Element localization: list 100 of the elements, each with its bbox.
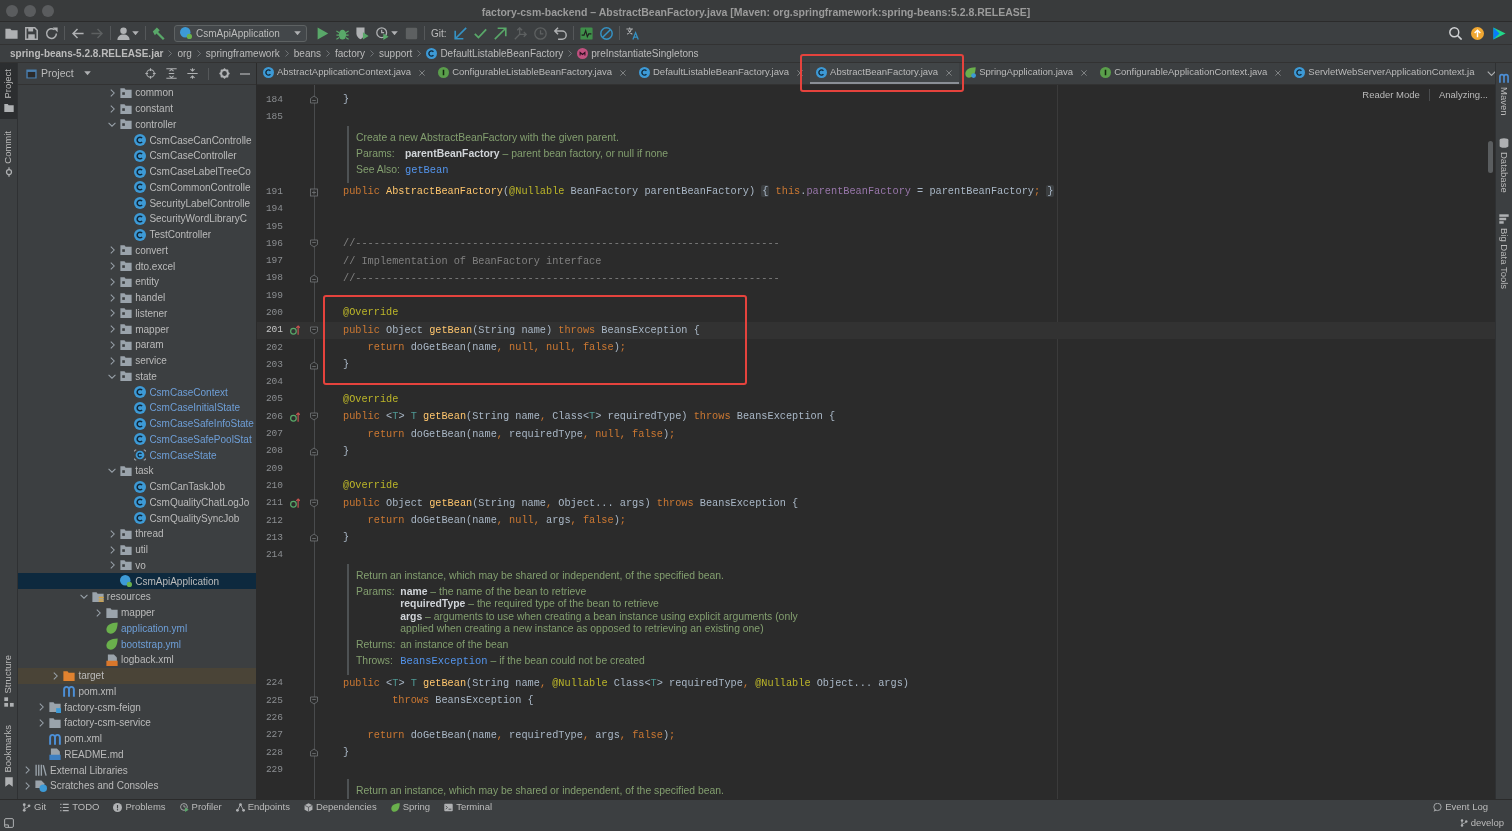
tree-item[interactable]: task: [120, 463, 154, 479]
caret-down-icon[interactable]: [390, 30, 398, 36]
tree-item[interactable]: CsmApiApplication: [120, 573, 220, 589]
fold-end-icon[interactable]: [310, 748, 318, 758]
chevron-right-icon[interactable]: [109, 262, 115, 271]
doc-link[interactable]: BeansException: [400, 655, 488, 668]
tree-item[interactable]: CsmCanTaskJob: [134, 478, 225, 495]
crosshair-icon[interactable]: [145, 68, 156, 79]
chevron-down-icon[interactable]: [108, 373, 117, 379]
chevron-right-icon[interactable]: [95, 608, 101, 617]
tree-item[interactable]: state: [120, 368, 157, 385]
folder-icon[interactable]: [5, 26, 18, 40]
person-icon[interactable]: [117, 26, 130, 40]
chevron-right-icon[interactable]: [109, 88, 115, 97]
fold-end-icon[interactable]: [310, 447, 318, 456]
search-icon[interactable]: [1449, 26, 1462, 40]
tool-window-button[interactable]: Dependencies: [303, 800, 377, 815]
tree-item[interactable]: External Libraries: [35, 762, 128, 778]
close-icon[interactable]: [620, 69, 626, 76]
checkmark-icon[interactable]: [473, 26, 487, 40]
expand-all-icon[interactable]: [166, 68, 177, 79]
editor-tab[interactable]: ConfigurableApplicationContext.java: [1094, 63, 1289, 84]
pulse-chart-icon[interactable]: [579, 26, 593, 40]
tree-item[interactable]: common: [120, 85, 174, 101]
tree-item[interactable]: target: [63, 667, 104, 684]
tree-item[interactable]: CsmQualityChatLogJo: [134, 494, 250, 511]
chevron-right-icon[interactable]: [24, 781, 30, 790]
breadcrumb-item[interactable]: factory: [335, 46, 366, 61]
tool-window-button[interactable]: Terminal: [444, 800, 493, 815]
tree-item[interactable]: CsmCaseSafeInfoState: [134, 415, 254, 432]
arrow-left-icon[interactable]: [71, 26, 84, 40]
tree-item[interactable]: handel: [120, 289, 166, 306]
tree-item[interactable]: CsmCaseInitialState: [134, 400, 240, 416]
tree-item[interactable]: vo: [120, 557, 146, 574]
tree-item[interactable]: README.md: [49, 746, 124, 763]
caret-down-icon[interactable]: [132, 30, 139, 36]
tree-item[interactable]: dto.excel: [120, 258, 176, 274]
chevron-right-icon[interactable]: [109, 293, 115, 302]
tree-item[interactable]: mapper: [106, 604, 155, 621]
caret-down-icon[interactable]: [293, 30, 301, 36]
tree-item[interactable]: pom.xml: [63, 683, 117, 700]
tool-window-stripe-button[interactable]: Bookmarks: [0, 719, 17, 793]
chevron-right-icon[interactable]: [38, 718, 44, 727]
run-configuration-selector[interactable]: CsmApiApplication: [174, 24, 307, 42]
tree-item[interactable]: factory-csm-feign: [49, 699, 141, 715]
tree-item[interactable]: mapper: [120, 321, 170, 337]
close-icon[interactable]: [946, 69, 953, 76]
chevron-right-icon[interactable]: [52, 671, 58, 680]
tool-window-button[interactable]: TODO: [60, 800, 100, 815]
editor-tab[interactable]: ServletWebServerApplicationContext.ja: [1288, 63, 1482, 84]
fold-start-icon[interactable]: [310, 498, 318, 508]
fold-start-icon[interactable]: [310, 325, 318, 335]
tree-item[interactable]: listener: [120, 305, 168, 322]
tree-item[interactable]: util: [120, 541, 148, 558]
minus-icon[interactable]: [240, 72, 250, 75]
breadcrumb-item[interactable]: springframework: [205, 46, 280, 61]
chevron-right-icon[interactable]: [109, 529, 115, 538]
tree-item[interactable]: CsmCaseCanControlle: [134, 132, 252, 148]
tool-window-button[interactable]: Profiler: [179, 800, 222, 815]
tree-item[interactable]: pom.xml: [49, 730, 102, 747]
tool-window-button[interactable]: Endpoints: [235, 800, 290, 815]
tool-window-stripe-button[interactable]: Structure: [0, 648, 17, 714]
collapse-all-icon[interactable]: [187, 68, 198, 79]
fold-end-icon[interactable]: [310, 360, 318, 370]
chevron-right-icon[interactable]: [109, 356, 115, 365]
tool-window-stripe-button[interactable]: Commit: [0, 124, 17, 184]
arrow-up-circle-icon[interactable]: [1471, 26, 1484, 40]
chevron-down-icon[interactable]: [1487, 71, 1497, 76]
tool-window-stripe-button[interactable]: Maven: [1496, 67, 1512, 122]
tree-item[interactable]: CsmCommonControlle: [134, 179, 251, 196]
tree-item[interactable]: SecurityLabelControlle: [134, 195, 250, 211]
close-icon[interactable]: [797, 69, 804, 76]
triangle-logo-icon[interactable]: [1493, 26, 1506, 40]
arrow-up-right-icon[interactable]: [493, 26, 507, 40]
chevron-right-icon[interactable]: [109, 545, 115, 554]
settings-icon[interactable]: [219, 68, 230, 79]
fold-start-icon[interactable]: [310, 239, 318, 249]
breadcrumb-item[interactable]: DefaultListableBeanFactory: [426, 46, 564, 61]
tree-item[interactable]: factory-csm-service: [49, 715, 151, 731]
fold-start-icon[interactable]: [310, 696, 318, 706]
tree-item[interactable]: Scratches and Consoles: [35, 778, 159, 794]
tree-item[interactable]: TestController: [134, 226, 212, 243]
tree-item[interactable]: CsmCaseLabelTreeCo: [134, 163, 251, 180]
prohibited-icon[interactable]: [599, 26, 613, 40]
chevron-right-icon[interactable]: [109, 104, 115, 113]
breadcrumb-item[interactable]: beans: [293, 46, 321, 61]
tool-window-button[interactable]: Event Log: [1433, 800, 1488, 815]
editor-tab[interactable]: DefaultListableBeanFactory.java: [633, 63, 811, 84]
play-icon[interactable]: [315, 26, 329, 40]
tool-window-button[interactable]: Spring: [390, 800, 431, 815]
scrollbar-thumb[interactable]: [1488, 141, 1493, 173]
tree-item[interactable]: SecurityWordLibraryC: [134, 211, 247, 227]
clock-play-icon[interactable]: [375, 26, 389, 40]
project-view-dropdown[interactable]: Project: [26, 65, 91, 82]
tree-item[interactable]: CsmQualitySyncJob: [134, 510, 240, 526]
translate-icon[interactable]: [625, 26, 639, 40]
close-icon[interactable]: [419, 69, 426, 76]
tree-item[interactable]: convert: [120, 242, 168, 259]
caret-down-icon[interactable]: [83, 71, 91, 76]
breadcrumb-item[interactable]: support: [379, 46, 413, 61]
